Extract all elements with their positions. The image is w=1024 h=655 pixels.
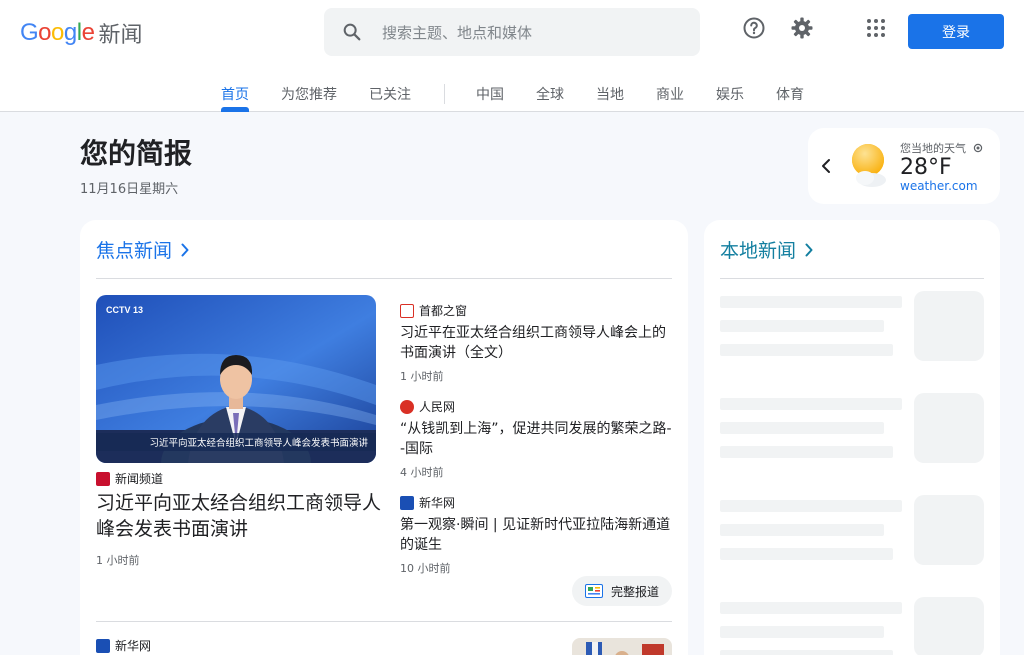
search-box[interactable]: 搜索主题、地点和媒体 <box>324 8 700 56</box>
chevron-left-icon[interactable] <box>820 156 832 180</box>
local-news-card: 本地新闻 <box>704 220 1000 655</box>
related-headline-1[interactable]: 习近平在亚太经合组织工商领导人峰会上的书面演讲（全文） <box>400 323 672 363</box>
hero-timestamp: 1 小时前 <box>96 554 140 567</box>
source-name: 人民网 <box>419 400 456 414</box>
source-name: 新华网 <box>115 639 152 653</box>
settings-gear-icon[interactable] <box>788 14 816 42</box>
apps-grid-icon[interactable] <box>862 14 890 42</box>
briefing-date: 11月16日星期六 <box>80 182 179 197</box>
full-coverage-button[interactable]: 完整报道 <box>572 576 672 606</box>
chevron-right-icon <box>181 243 189 256</box>
hero-news-image[interactable]: CCTV 13 习近平向亚太经合组织工商领导人峰会发表书面演讲 <box>96 295 376 463</box>
related-source-2[interactable]: 人民网 <box>400 398 455 415</box>
full-coverage-icon <box>584 584 603 598</box>
related-headline-2[interactable]: “从钱凯到上海”，促进共同发展的繁荣之路--国际 <box>400 419 672 459</box>
top-stories-title: 焦点新闻 <box>96 240 173 262</box>
news-wordmark: 新闻 <box>98 23 143 48</box>
related-source-1[interactable]: 首都之窗 <box>400 302 467 319</box>
google-wordmark: Google <box>20 19 95 46</box>
hero-headline[interactable]: 习近平向亚太经合组织工商领导人峰会发表书面演讲 <box>96 490 381 542</box>
source-logo-icon <box>400 303 414 318</box>
tab-local[interactable]: 当地 <box>596 84 624 104</box>
source-name: 首都之窗 <box>419 304 468 318</box>
top-bar: Google 新闻 搜索主题、地点和媒体 登录 首页 为您推荐 已关注 中国 全… <box>0 0 1024 112</box>
active-tab-indicator <box>221 107 249 112</box>
sign-in-button[interactable]: 登录 <box>908 14 1004 49</box>
search-icon[interactable] <box>324 8 380 56</box>
tab-divider <box>444 84 445 104</box>
tab-business[interactable]: 商业 <box>656 84 684 104</box>
tab-home[interactable]: 首页 <box>221 84 249 104</box>
source-name: 新华网 <box>419 496 456 510</box>
tab-entertainment[interactable]: 娱乐 <box>716 84 744 104</box>
next-story-thumbnail[interactable] <box>572 638 672 655</box>
tab-following[interactable]: 已关注 <box>369 84 411 104</box>
page-title: 您的简报 <box>80 137 193 170</box>
divider <box>720 278 984 279</box>
help-icon[interactable] <box>740 14 768 42</box>
source-name: 新闻频道 <box>115 472 164 486</box>
weather-widget[interactable]: 您当地的天气 28°F weather.com <box>808 128 1000 204</box>
next-story-source[interactable]: 新华网 <box>96 637 151 654</box>
weather-source-link[interactable]: weather.com <box>900 179 978 193</box>
source-logo-icon <box>400 399 414 414</box>
source-logo-icon <box>96 471 110 486</box>
related-timestamp-1: 1 小时前 <box>400 370 444 383</box>
related-timestamp-2: 4 小时前 <box>400 466 444 479</box>
tab-for-you[interactable]: 为您推荐 <box>281 84 337 104</box>
google-news-logo[interactable]: Google 新闻 <box>20 18 142 48</box>
top-stories-card: 焦点新闻 CCTV 13 习近平向亚太经合组织工商领导人峰会发表书面演讲 新闻频… <box>80 220 688 655</box>
channel-badge: CCTV 13 <box>106 305 144 315</box>
source-logo-icon <box>400 495 414 510</box>
weather-location-label: 您当地的天气 <box>900 140 983 156</box>
tab-sports[interactable]: 体育 <box>776 84 804 104</box>
related-source-3[interactable]: 新华网 <box>400 494 455 511</box>
related-headline-3[interactable]: 第一观察·瞬间 | 见证新时代亚拉陆海新通道的诞生 <box>400 515 672 555</box>
sunny-weather-icon <box>848 142 892 190</box>
source-logo-icon <box>96 638 110 653</box>
hero-source[interactable]: 新闻频道 <box>96 470 163 487</box>
location-target-icon <box>973 143 982 153</box>
tab-china[interactable]: 中国 <box>476 84 504 104</box>
full-coverage-label: 完整报道 <box>610 584 659 599</box>
divider <box>96 278 672 279</box>
divider <box>96 621 672 622</box>
search-input[interactable]: 搜索主题、地点和媒体 <box>382 22 532 43</box>
weather-temperature: 28°F <box>900 155 952 180</box>
chevron-right-icon <box>805 243 813 256</box>
section-tabs: 首页 为您推荐 已关注 中国 全球 当地 商业 娱乐 体育 <box>0 80 1024 112</box>
related-timestamp-3: 10 小时前 <box>400 562 451 575</box>
local-news-heading[interactable]: 本地新闻 <box>720 236 814 263</box>
tab-world[interactable]: 全球 <box>536 84 564 104</box>
image-caption: 习近平向亚太经合组织工商领导人峰会发表书面演讲 <box>149 438 368 449</box>
local-news-title: 本地新闻 <box>720 240 797 262</box>
top-stories-heading[interactable]: 焦点新闻 <box>96 236 190 263</box>
